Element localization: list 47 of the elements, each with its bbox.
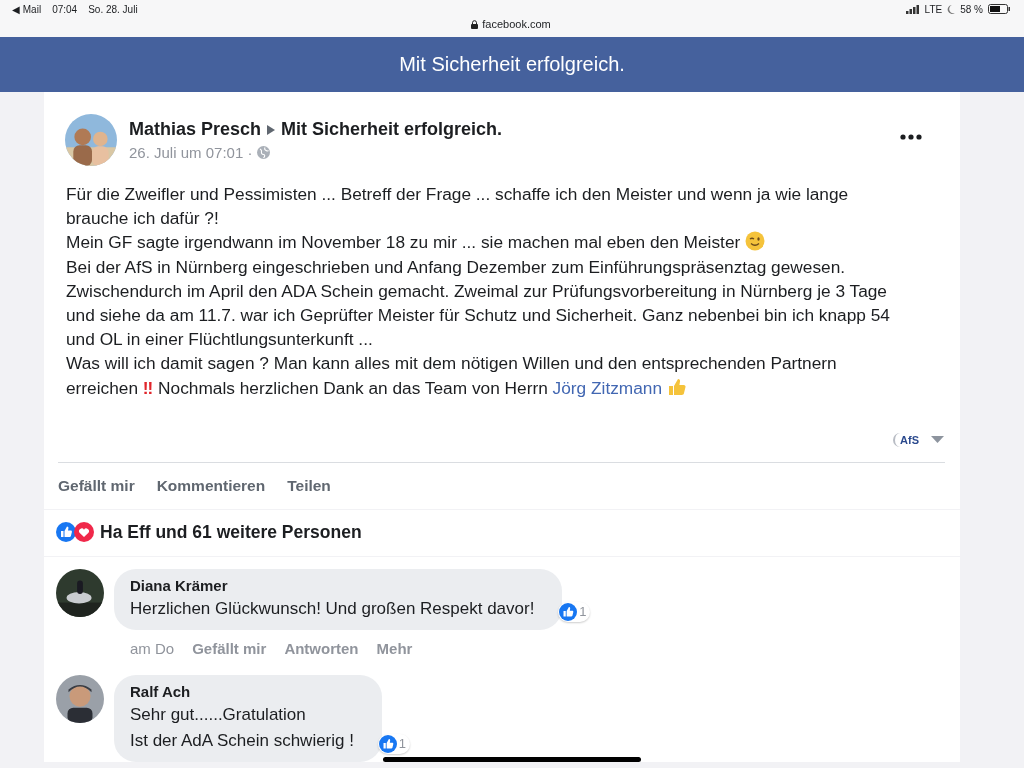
lock-icon (471, 19, 479, 29)
signal-icon (905, 4, 920, 14)
post-timestamp: 26. Juli um 07:01 · (129, 144, 253, 161)
comment-text: Herzlichen Glückwunsch! Und großen Respekt davor! (130, 597, 535, 620)
like-reaction-icon (56, 522, 76, 543)
url-text[interactable]: facebook.com (482, 18, 551, 30)
like-count-badge[interactable]: 1 (377, 733, 410, 754)
network-label: LTE (924, 3, 943, 15)
reactions-summary[interactable]: Ha Eff und 61 weitere Personen (100, 521, 362, 543)
comment-text: Ist der AdA Schein schwierig ! (130, 729, 354, 752)
heart-reaction-icon (74, 522, 94, 543)
comment-author[interactable]: Ralf Ach (130, 682, 354, 700)
post-action[interactable]: Gefällt mir (58, 476, 135, 495)
author-name[interactable]: Mathias Presch (129, 119, 262, 140)
thumbs-up-icon (666, 376, 687, 397)
winking-smiley-icon (745, 231, 766, 252)
date: So. 28. Juli (88, 3, 138, 15)
comment-action[interactable]: Antworten (284, 639, 359, 657)
battery-percent: 58 % (960, 3, 983, 15)
like-count-badge[interactable]: 1 (558, 601, 591, 622)
post-paragraph: Mein GF sagte irgendwann im November 18 zu mir ... sie machen mal eben den Meister (66, 230, 898, 255)
page-badge[interactable]: AfS (893, 432, 921, 447)
comment-text: Sehr gut......Gratulation (130, 703, 307, 726)
group-name[interactable]: Mit Sicherheit erfolgreich. (281, 119, 503, 140)
triangle-icon (267, 124, 276, 135)
battery-icon (988, 4, 1010, 14)
moon-icon (947, 4, 956, 14)
post-paragraph: Für die Zweifler und Pessimisten ... Betreff der Frage ... schaffe ich den Meister und wenn ja wie lange brauche ich dafür ?! (66, 183, 850, 231)
like-icon (378, 734, 397, 753)
comment-action[interactable]: Gefällt mir (192, 639, 267, 657)
caret-icon[interactable] (931, 436, 944, 444)
post-paragraph: Bei der AfS in Nürnberg eingeschrieben und Anfang Dezember zum Einführungspräsenztag gewesen. Zwischendurch im April den ADA Schein gemacht. Zweimal zur Prüfungsvorbereitung in Nürnberg je 3 Tage und siehe da am 11.7. war ich Geprüfter Meister für Schutz und Sicherheit. Ganz nebenbei bin ich knapp 54 und OL in einer Flüchtlungsunterkunft ... (66, 255, 891, 352)
like-icon (559, 602, 578, 621)
post-paragraph: Was will ich damit sagen ? Man kann alles mit dem nötigen Willen und den entsprechenden Partnern erreichen ‼ Nochmals herzlichen Dank an das Team von Herrn Jörg Zitzmann (66, 352, 838, 400)
post-action[interactable]: Teilen (287, 476, 331, 495)
like-count: 1 (398, 736, 406, 752)
page-title: Mit Sicherheit erfolgreich. (399, 53, 625, 76)
like-count: 1 (579, 604, 587, 620)
globe-icon (257, 146, 271, 159)
mention-link[interactable]: Jörg Zitzmann (552, 377, 663, 398)
more-options-icon[interactable] (900, 134, 922, 140)
comment-time: am Do (130, 639, 175, 657)
clock: 07:04 (52, 3, 78, 15)
back-link[interactable]: ◀ Mail (12, 3, 42, 15)
comment-author[interactable]: Diana Krämer (130, 576, 535, 594)
comment-action[interactable]: Mehr (376, 639, 413, 657)
post-action[interactable]: Kommentieren (156, 476, 266, 495)
